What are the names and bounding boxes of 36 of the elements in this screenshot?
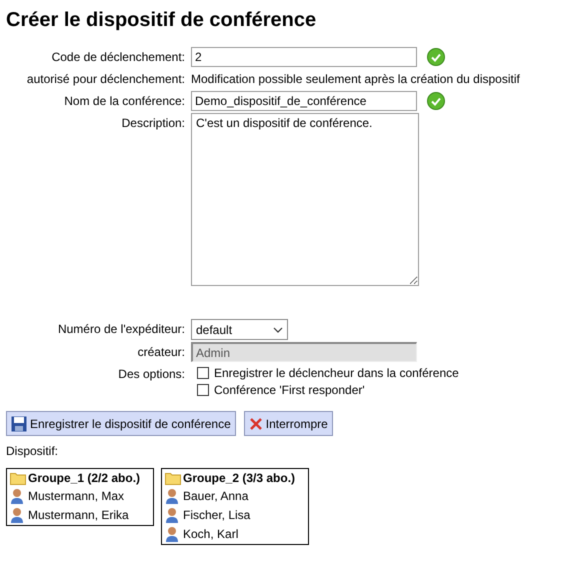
member-name[interactable]: Mustermann, Max: [28, 489, 124, 503]
member-name[interactable]: Fischer, Lisa: [183, 508, 250, 522]
member-name[interactable]: Koch, Karl: [183, 527, 238, 541]
field-label: Description:: [120, 115, 185, 132]
person-icon: [165, 507, 179, 523]
group-name[interactable]: Groupe_2 (3/3 abo.): [183, 471, 296, 485]
cancel-button[interactable]: Interrompre: [244, 411, 333, 436]
member-name[interactable]: Bauer, Anna: [183, 489, 248, 503]
checkbox[interactable]: [197, 367, 209, 379]
field-label: Nom de la conférence:: [63, 93, 185, 110]
checkbox-label: Enregistrer le déclencheur dans la conférence: [214, 366, 459, 380]
person-icon: [165, 488, 179, 504]
field-label: autorisé pour déclenchement:: [26, 71, 185, 88]
group-name[interactable]: Groupe_1 (2/2 abo.): [28, 471, 140, 485]
person-icon: [165, 526, 179, 542]
chevron-icon: [273, 326, 283, 332]
field-label: Code de déclenchement:: [50, 49, 185, 66]
section-label: Dispositif:: [5, 443, 60, 458]
input-field[interactable]: Demo_dispositif_de_conférence: [191, 91, 417, 111]
member-name[interactable]: Mustermann, Erika: [28, 508, 129, 522]
field-label: Des options:: [117, 366, 185, 383]
person-icon: [10, 488, 24, 504]
checkbox[interactable]: [197, 384, 209, 396]
info-text: Modification possible seulement après la création du dispositif: [191, 71, 521, 88]
dropdown[interactable]: default: [191, 319, 288, 340]
input-field[interactable]: 2: [191, 47, 417, 67]
field-label: créateur:: [136, 344, 185, 361]
checkbox-label: Conférence 'First responder': [214, 383, 365, 397]
close-icon: [248, 416, 263, 430]
save-button[interactable]: Enregistrer le dispositif de conférence: [6, 411, 236, 436]
description-field[interactable]: C'est un dispositif de conférence.: [191, 113, 419, 286]
person-icon: [10, 507, 24, 523]
field-label: Numéro de l'expéditeur:: [56, 321, 185, 338]
folder-icon: [165, 471, 181, 485]
folder-icon: [10, 471, 26, 485]
page-title: Créer le dispositif de conférence: [5, 8, 318, 33]
